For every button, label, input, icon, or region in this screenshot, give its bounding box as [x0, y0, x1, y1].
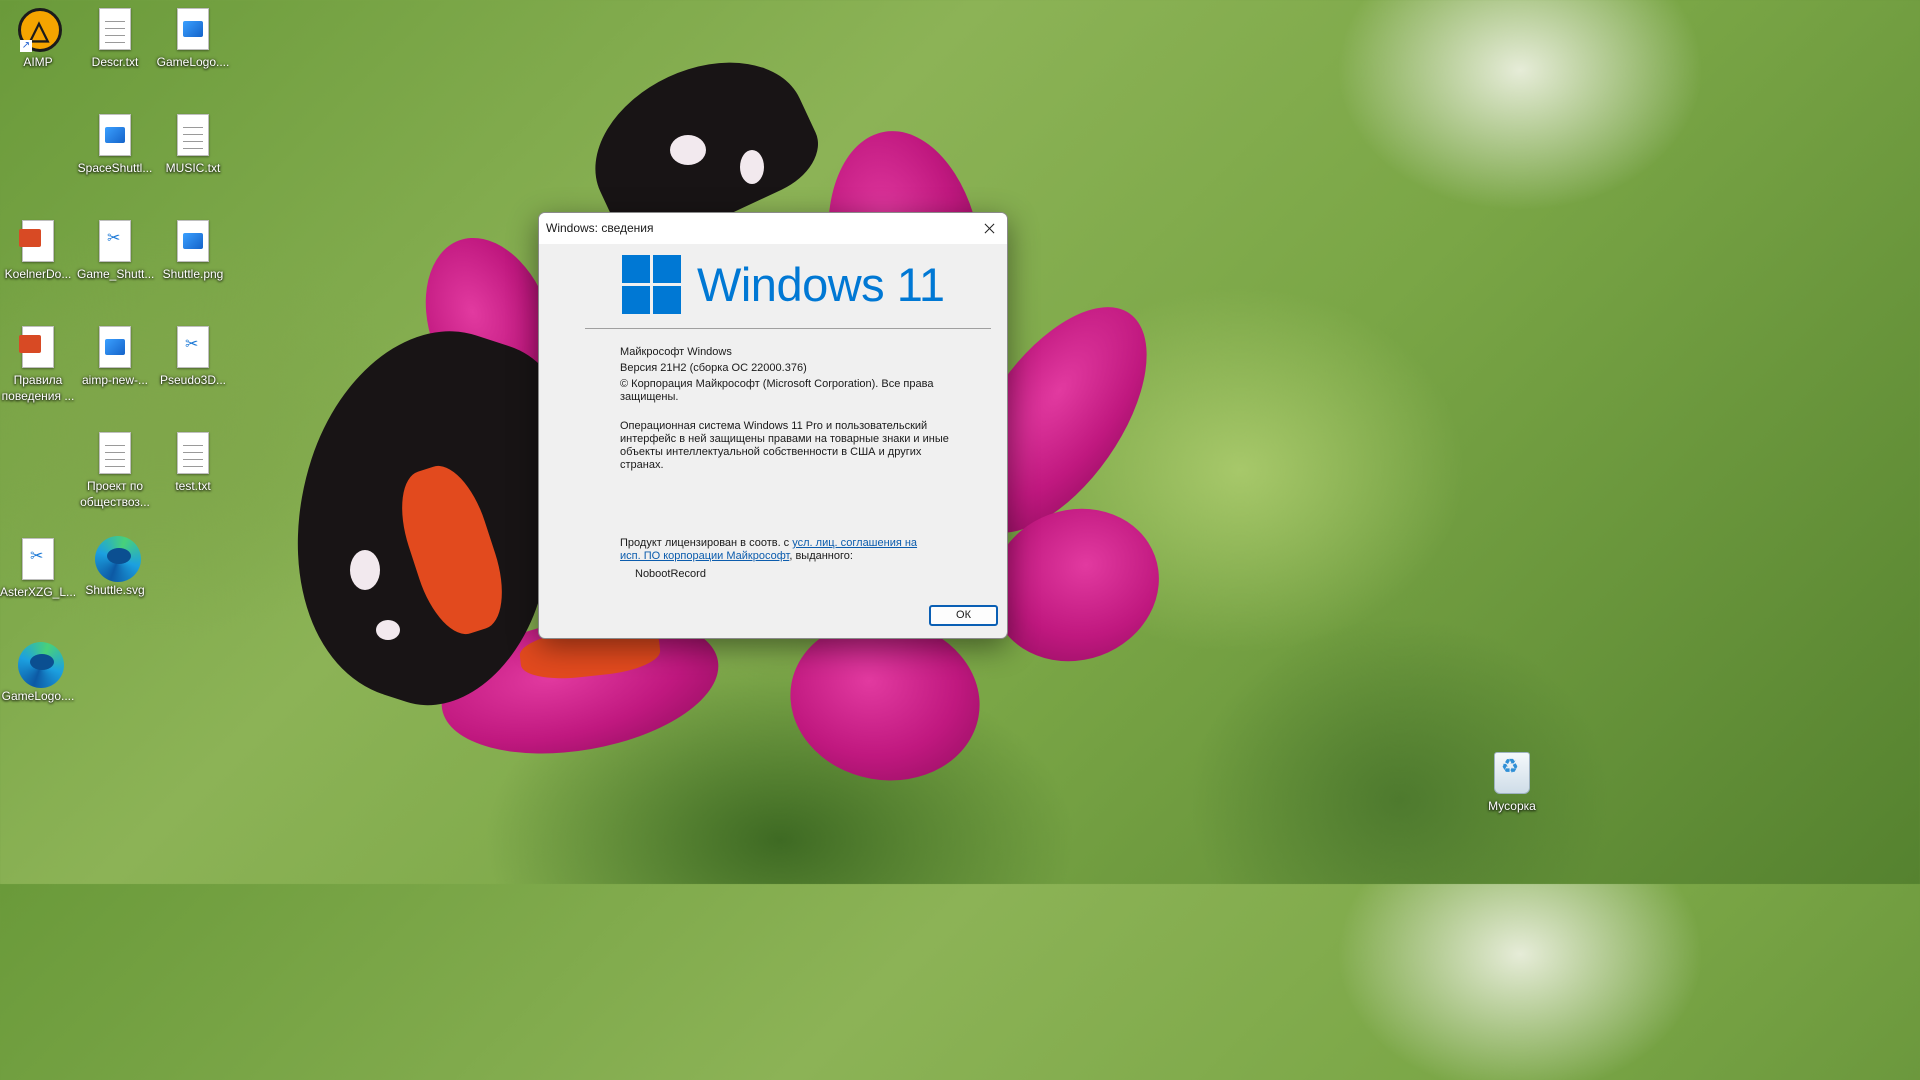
shortcut-arrow-icon: ↗ — [20, 40, 32, 52]
description-text: Операционная система Windows 11 Pro и по… — [620, 420, 949, 471]
image-file-icon — [177, 8, 209, 50]
desktop-icon-label: Pseudo3D... — [159, 373, 227, 387]
butterfly-spot — [740, 150, 764, 184]
butterfly-spot — [376, 620, 400, 640]
desktop-icon-label: Проект по обществоз... — [80, 479, 150, 509]
desktop-icon-recycle-bin[interactable]: Мусорка — [1474, 752, 1550, 814]
windows-11-wordmark: Windows 11 — [697, 258, 945, 311]
desktop-icon-label: Descr.txt — [91, 55, 139, 69]
desktop-icon-label: GameLogo.... — [1, 689, 75, 703]
desktop-icon-music[interactable]: MUSIC.txt — [155, 114, 231, 176]
copyright-text: © Корпорация Майкрософт (Microsoft Corpo… — [620, 378, 934, 403]
license-text: Продукт лицензирован в соотв. с усл. лиц… — [620, 537, 920, 563]
desktop-icon-label: aimp-new-... — [81, 373, 149, 387]
snip-file-icon — [99, 220, 131, 262]
desktop-icon-pseudo3d[interactable]: Pseudo3D... — [155, 326, 231, 388]
desktop-icon-game-shutt[interactable]: Game_Shutt... — [77, 220, 155, 282]
desktop-icon-label: KoelnerDo... — [4, 267, 72, 281]
image-file-icon — [99, 326, 131, 368]
desktop-icon-label: SpaceShuttl... — [77, 161, 153, 175]
text-file-icon — [177, 432, 209, 474]
desktop-icon-pravila[interactable]: Правила поведения ... — [0, 326, 76, 404]
desktop-icon-descr[interactable]: Descr.txt — [77, 8, 153, 70]
image-file-icon — [99, 114, 131, 156]
image-file-icon — [177, 220, 209, 262]
edge-icon — [18, 642, 64, 688]
desktop-icon-label: Правила поведения ... — [1, 373, 75, 403]
desktop-icon-label: Shuttle.svg — [85, 583, 145, 597]
close-button[interactable] — [971, 213, 1007, 244]
divider — [585, 328, 991, 329]
powerpoint-file-icon — [19, 220, 54, 262]
desktop-icon-label: GameLogo.... — [156, 55, 230, 69]
desktop-icon-aimp[interactable]: ↗ AIMP — [0, 8, 76, 70]
desktop-icon-spaceshuttle[interactable]: SpaceShuttl... — [77, 114, 153, 176]
desktop-icon-aimp-new[interactable]: aimp-new-... — [77, 326, 153, 388]
desktop-icon-label: Game_Shutt... — [77, 267, 155, 281]
powerpoint-file-icon — [19, 326, 54, 368]
desktop-icon-shuttle-svg[interactable]: Shuttle.svg — [77, 536, 153, 598]
desktop-icon-shuttle-png[interactable]: Shuttle.png — [155, 220, 231, 282]
about-windows-dialog: Windows: сведения Windows 11 Майкрософт … — [538, 212, 1008, 639]
snip-file-icon — [22, 538, 54, 580]
recycle-bin-icon — [1494, 752, 1530, 794]
edge-icon — [95, 536, 141, 582]
windows-logo-icon — [622, 255, 682, 315]
desktop-icon-gamelogo-svg[interactable]: GameLogo.... — [0, 642, 76, 704]
desktop-icon-label: AIMP — [23, 55, 53, 69]
licensee-name: NobootRecord — [635, 568, 706, 580]
butterfly-spot — [350, 550, 380, 590]
desktop-icon-asterxzg[interactable]: AsterXZG_L... — [0, 538, 76, 600]
text-file-icon — [99, 8, 131, 50]
text-file-icon — [177, 114, 209, 156]
license-prefix: Продукт лицензирован в соотв. с — [620, 537, 793, 549]
desktop-icon-proekt[interactable]: Проект по обществоз... — [77, 432, 153, 510]
desktop-icon-label: MUSIC.txt — [165, 161, 221, 175]
desktop-icon-label: Мусорка — [1488, 799, 1536, 813]
desktop-icon-label: Shuttle.png — [162, 267, 224, 281]
text-file-icon — [99, 432, 131, 474]
version-text: Версия 21H2 (сборка ОС 22000.376) — [620, 362, 807, 374]
dialog-title: Windows: сведения — [546, 221, 654, 235]
desktop-icon-gamelogo-png[interactable]: GameLogo.... — [155, 8, 231, 70]
desktop-icon-test[interactable]: test.txt — [155, 432, 231, 494]
desktop-icon-label: AsterXZG_L... — [0, 585, 77, 599]
ok-button[interactable]: ОК — [929, 605, 998, 626]
desktop-icon-koelnerdo[interactable]: KoelnerDo... — [0, 220, 76, 282]
dialog-titlebar[interactable]: Windows: сведения — [539, 213, 1007, 244]
product-name: Майкрософт Windows — [620, 346, 732, 358]
desktop-icon-label: test.txt — [175, 479, 211, 493]
snip-file-icon — [177, 326, 209, 368]
butterfly-spot — [670, 135, 706, 165]
license-suffix: , выданного: — [789, 550, 853, 562]
